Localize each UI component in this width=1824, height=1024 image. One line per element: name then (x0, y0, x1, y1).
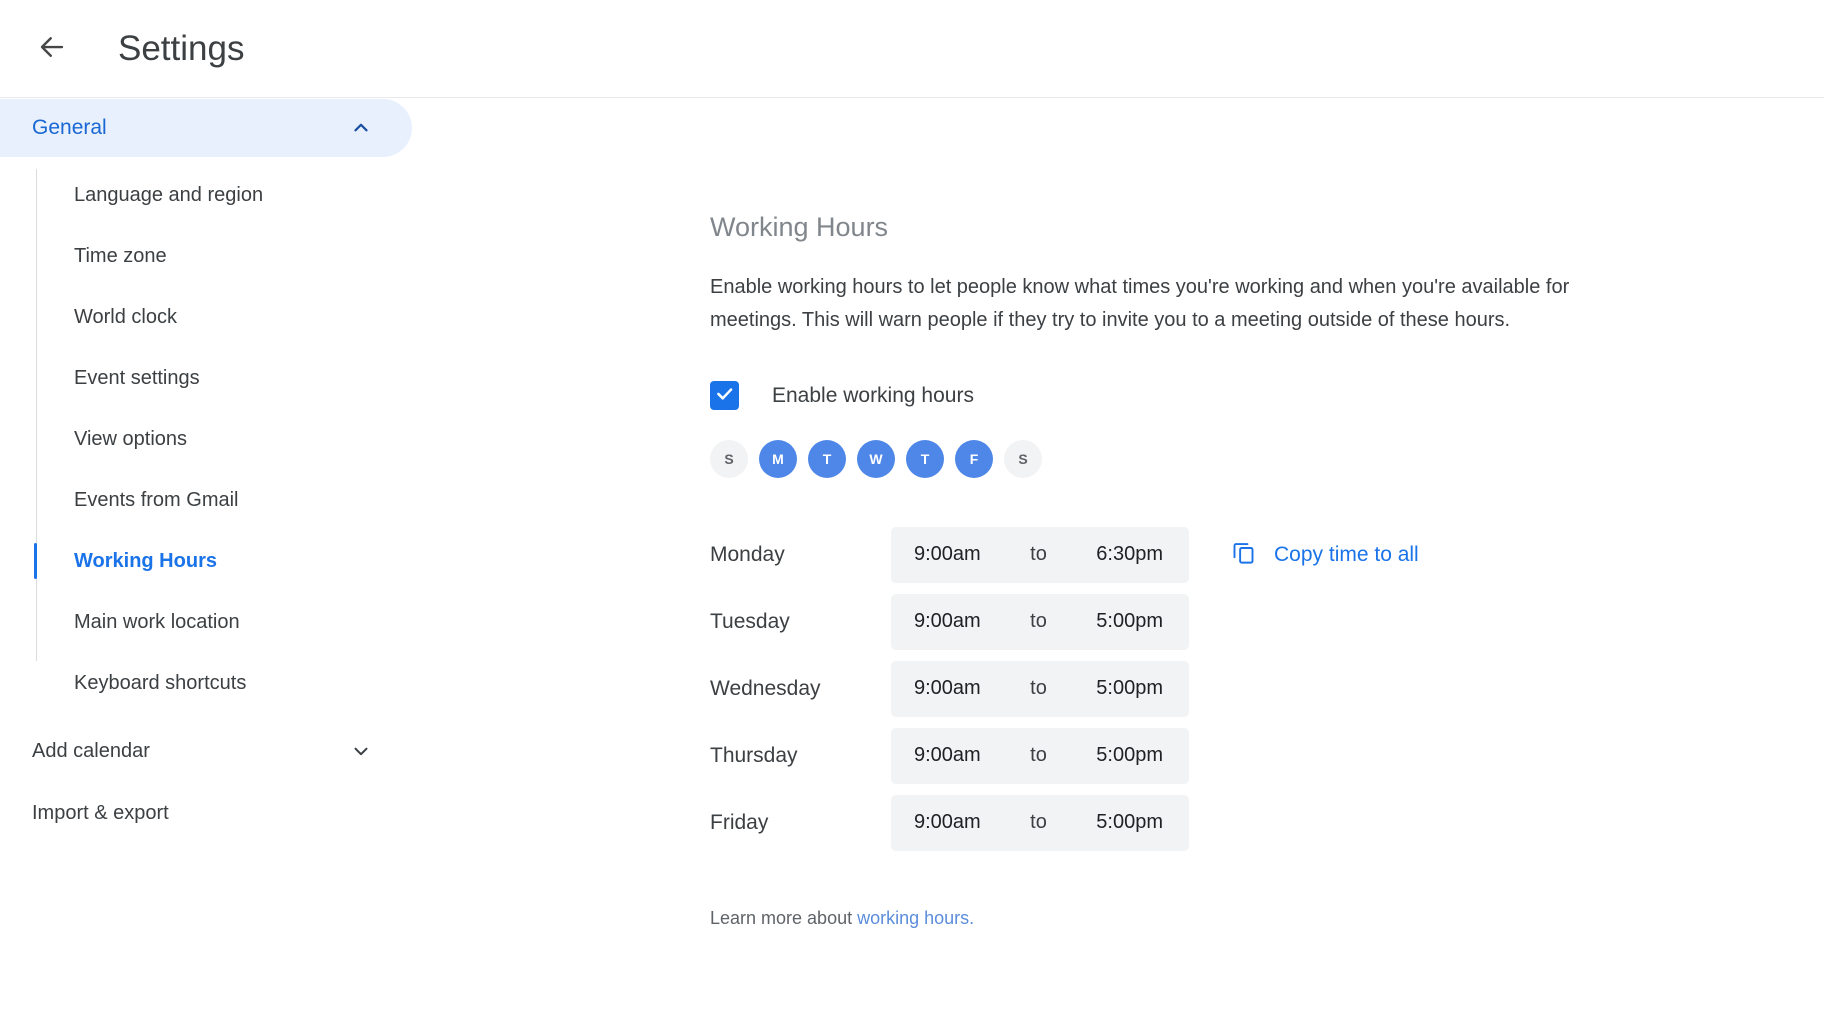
page-title: Settings (118, 28, 245, 68)
sidebar-section-general[interactable]: General (0, 99, 412, 157)
start-time-input[interactable]: 9:00am (910, 537, 985, 572)
sidebar-item-label: Event settings (74, 367, 200, 389)
start-time-input[interactable]: 9:00am (910, 738, 985, 773)
section-title: Working Hours (710, 212, 889, 242)
checkmark-icon (714, 383, 735, 409)
sidebar-item-label: Working Hours (74, 550, 217, 572)
start-time-input[interactable]: 9:00am (910, 604, 985, 639)
day-toggle-saturday[interactable]: S (1004, 440, 1042, 478)
app-header: Settings (0, 0, 1824, 98)
settings-sidebar: General Language and region Time zone Wo… (0, 99, 440, 1024)
learn-more-text: Learn more about working hours. (710, 908, 1824, 929)
schedule-row-tuesday: Tuesday 9:00am to 5:00pm (710, 588, 1824, 655)
copy-icon (1230, 539, 1257, 571)
active-indicator (34, 543, 37, 579)
schedule-day-label: Tuesday (710, 609, 790, 633)
day-toggle-tuesday[interactable]: T (808, 440, 846, 478)
enable-working-hours-checkbox[interactable] (710, 381, 739, 410)
time-separator-label: to (1030, 610, 1047, 632)
time-separator-label: to (1030, 677, 1047, 699)
chevron-down-icon[interactable] (350, 740, 372, 762)
working-hours-help-link[interactable]: working hours (857, 908, 969, 928)
time-separator-label: to (1030, 543, 1047, 565)
end-time-input[interactable]: 5:00pm (1092, 671, 1167, 706)
sidebar-item-add-calendar[interactable]: Add calendar (0, 720, 412, 782)
sidebar-item-label: Time zone (74, 245, 167, 267)
sidebar-item-time-zone[interactable]: Time zone (0, 226, 440, 287)
sidebar-item-label: Add calendar (32, 739, 150, 762)
sidebar-item-label: World clock (74, 306, 177, 328)
sidebar-item-label: View options (74, 428, 188, 450)
start-time-input[interactable]: 9:00am (910, 805, 985, 840)
schedule-row-thursday: Thursday 9:00am to 5:00pm (710, 722, 1824, 789)
sidebar-item-import-export[interactable]: Import & export (0, 782, 412, 844)
section-description: Enable working hours to let people know … (710, 276, 1570, 331)
sidebar-item-language-and-region[interactable]: Language and region (0, 165, 440, 226)
end-time-input[interactable]: 5:00pm (1092, 604, 1167, 639)
enable-working-hours-label: Enable working hours (772, 383, 974, 407)
sidebar-item-main-work-location[interactable]: Main work location (0, 592, 440, 653)
schedule-row-friday: Friday 9:00am to 5:00pm (710, 789, 1824, 856)
sidebar-item-label: Main work location (74, 611, 240, 633)
day-toggle-thursday[interactable]: T (906, 440, 944, 478)
schedule-list: Monday 9:00am to 6:30pm Copy time to all… (710, 521, 1824, 856)
schedule-day-label: Monday (710, 542, 785, 566)
end-time-input[interactable]: 5:00pm (1092, 805, 1167, 840)
working-hours-panel: Working Hours Enable working hours to le… (710, 99, 1824, 1024)
schedule-day-label: Friday (710, 810, 769, 834)
day-toggle-sunday[interactable]: S (710, 440, 748, 478)
sidebar-item-view-options[interactable]: View options (0, 409, 440, 470)
day-toggle-wednesday[interactable]: W (857, 440, 895, 478)
arrow-back-icon (37, 32, 67, 65)
sidebar-item-label: Import & export (32, 801, 169, 824)
back-button[interactable] (24, 21, 80, 77)
end-time-input[interactable]: 5:00pm (1092, 738, 1167, 773)
sidebar-item-working-hours[interactable]: Working Hours (0, 531, 440, 592)
sidebar-item-keyboard-shortcuts[interactable]: Keyboard shortcuts (0, 653, 440, 714)
sidebar-item-world-clock[interactable]: World clock (0, 287, 440, 348)
time-range-wednesday: 9:00am to 5:00pm (891, 660, 1189, 717)
schedule-day-label: Wednesday (710, 676, 821, 700)
day-toggle-monday[interactable]: M (759, 440, 797, 478)
start-time-input[interactable]: 9:00am (910, 671, 985, 706)
sidebar-subitems: Language and region Time zone World cloc… (0, 165, 440, 714)
learn-more-prefix: Learn more about (710, 908, 858, 928)
sidebar-item-label: Keyboard shortcuts (74, 672, 247, 694)
schedule-row-monday: Monday 9:00am to 6:30pm Copy time to all (710, 521, 1824, 588)
sidebar-item-event-settings[interactable]: Event settings (0, 348, 440, 409)
learn-more-suffix[interactable]: . (969, 908, 974, 928)
copy-time-to-all-label: Copy time to all (1274, 542, 1419, 566)
enable-working-hours-row[interactable]: Enable working hours (710, 381, 974, 410)
time-range-thursday: 9:00am to 5:00pm (891, 727, 1189, 784)
schedule-day-label: Thursday (710, 743, 798, 767)
time-range-tuesday: 9:00am to 5:00pm (891, 593, 1189, 650)
time-range-monday: 9:00am to 6:30pm (891, 526, 1189, 583)
sidebar-item-label: Events from Gmail (74, 489, 239, 511)
sidebar-item-events-from-gmail[interactable]: Events from Gmail (0, 470, 440, 531)
time-separator-label: to (1030, 744, 1047, 766)
sidebar-item-label: Language and region (74, 184, 264, 206)
time-separator-label: to (1030, 811, 1047, 833)
time-range-friday: 9:00am to 5:00pm (891, 794, 1189, 851)
chevron-up-icon[interactable] (350, 117, 372, 139)
day-toggle-friday[interactable]: F (955, 440, 993, 478)
schedule-row-wednesday: Wednesday 9:00am to 5:00pm (710, 655, 1824, 722)
sidebar-section-general-label: General (32, 116, 107, 139)
end-time-input[interactable]: 6:30pm (1092, 537, 1167, 572)
day-toggle-group: S M T W T F S (710, 440, 1824, 478)
copy-time-to-all-button[interactable]: Copy time to all (1230, 539, 1419, 571)
